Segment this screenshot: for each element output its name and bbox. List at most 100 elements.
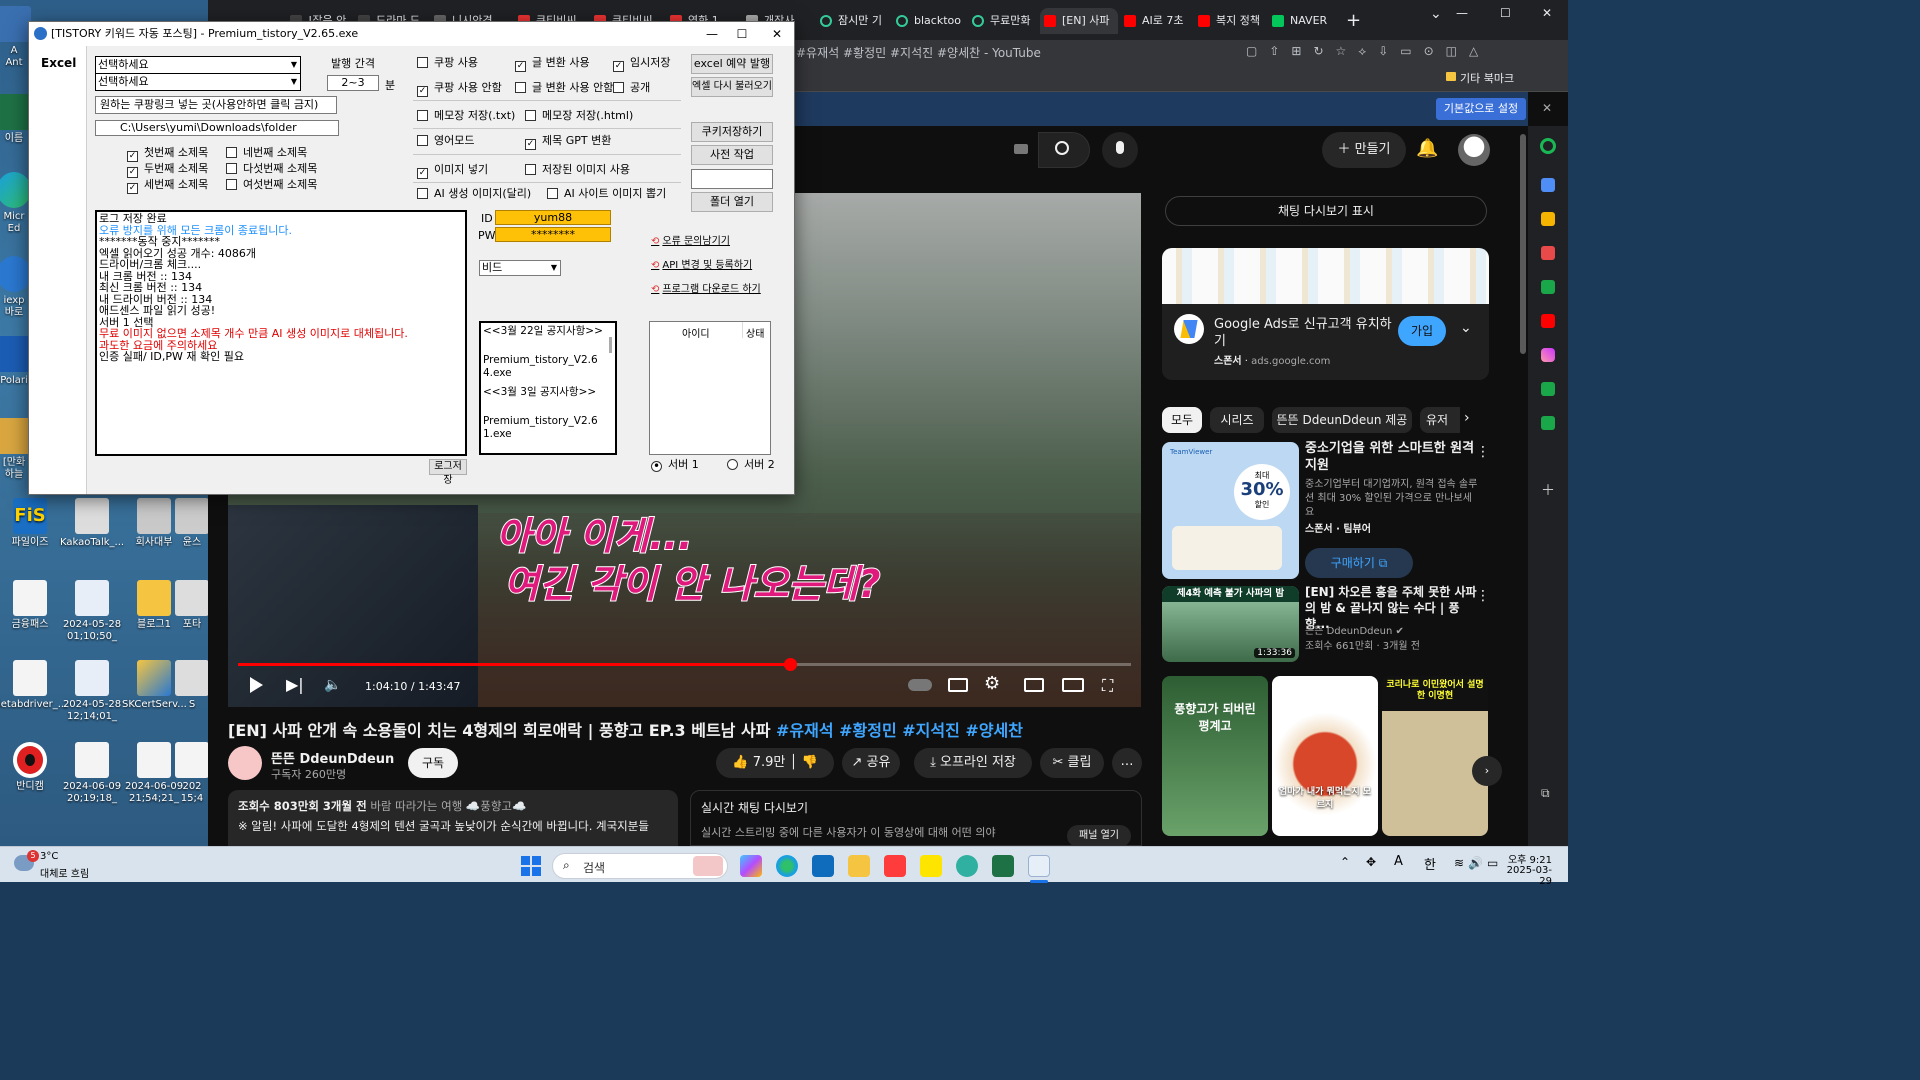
close-window-button[interactable]: ✕ xyxy=(1542,6,1552,20)
download-button[interactable]: ⤓ 오프라인 저장 xyxy=(914,748,1032,778)
ime-indicator[interactable]: A xyxy=(1394,854,1403,869)
tray-pin-icon[interactable]: ✥ xyxy=(1366,855,1376,869)
checkbox[interactable] xyxy=(417,188,428,199)
app-icon-bird[interactable] xyxy=(956,855,978,877)
tab-9[interactable]: blacktoo xyxy=(892,8,966,34)
copilot-icon[interactable] xyxy=(740,855,762,877)
desktop-icon-screenshot-2[interactable]: 2024-05-28 12;14;01_ xyxy=(60,660,124,723)
dislike-icon[interactable]: 👎 xyxy=(801,755,817,770)
scrollbar[interactable] xyxy=(1518,126,1528,846)
short-2[interactable]: 엄마가 내가 뭐먹는지 모르지 xyxy=(1272,676,1378,836)
tab-active-youtube[interactable]: [EN] 사파 xyxy=(1040,8,1118,34)
subtitle-check-6[interactable]: 여섯번째 소제목 xyxy=(226,178,317,192)
captions-icon[interactable] xyxy=(948,678,968,692)
option-text-convert-off[interactable]: 글 변환 사용 안함 xyxy=(515,81,613,95)
short-1[interactable]: 풍향고가 되버린 평계고 xyxy=(1162,676,1268,836)
search-button[interactable] xyxy=(1038,132,1090,168)
more-actions-button[interactable]: … xyxy=(1112,748,1142,778)
coupang-link-input[interactable]: 원하는 쿠팡링크 넣는 곳(사용안하면 클릭 금지) xyxy=(95,96,337,114)
excel-tab[interactable]: Excel xyxy=(29,46,87,494)
rec-thumb-episode4[interactable]: 제4화 예측 불가 사파의 밤 1:33:36 xyxy=(1162,586,1299,662)
option-title-gpt[interactable]: ✓ 제목 GPT 변환 xyxy=(525,134,611,150)
ad-card[interactable]: Google Ads로 신규고객 유치하기 스폰서 · ads.google.c… xyxy=(1162,248,1489,380)
volume-icon[interactable]: 🔈 xyxy=(324,677,341,693)
autoplay-toggle[interactable] xyxy=(908,679,932,691)
ad-signup-button[interactable]: 가입 xyxy=(1398,316,1446,346)
tab-13[interactable]: 복지 정책 xyxy=(1194,8,1268,34)
id-input[interactable]: yum88 xyxy=(495,210,611,225)
sidebar-expand-icon[interactable]: ⧉ xyxy=(1541,786,1550,801)
link-report-error[interactable]: ⟲ 오류 문의남기기 xyxy=(651,232,730,247)
chip-channel[interactable]: 뜬뜬 DdeunDdeun 제공 xyxy=(1272,407,1412,433)
checkbox[interactable] xyxy=(525,110,536,121)
excel-icon[interactable] xyxy=(992,855,1014,877)
log-save-button[interactable]: 로그저장 xyxy=(429,459,467,486)
checkbox[interactable] xyxy=(226,163,237,174)
checkbox[interactable]: ✓ xyxy=(417,168,428,179)
language-indicator[interactable]: 한 xyxy=(1424,854,1436,873)
clock-time[interactable]: 오후 9:21 xyxy=(1506,851,1552,866)
desktop-icon-finpass[interactable]: 금융패스 xyxy=(0,580,62,631)
folder-path-input[interactable]: C:\Users\yumi\Downloads\folder xyxy=(95,120,339,136)
option-ai-site-image[interactable]: AI 사이트 이미지 뽑기 xyxy=(547,187,666,201)
category-select-2[interactable]: 선택하세요 ▼ xyxy=(95,73,301,91)
more-vert-icon[interactable]: ⋮ xyxy=(1476,588,1490,604)
minimize-button[interactable]: — xyxy=(1456,6,1468,20)
option-ai-dalle[interactable]: AI 생성 이미지(달리) xyxy=(417,187,531,201)
excel-reserve-button[interactable]: excel 예약 발행 xyxy=(691,54,773,74)
app-close-button[interactable]: ✕ xyxy=(760,22,794,46)
option-public[interactable]: 공개 xyxy=(613,81,650,95)
rec-channel-episode4[interactable]: 뜬뜬 DdeunDdeun ✔ xyxy=(1305,622,1404,637)
desktop-icon-ietabdriver[interactable]: ietabdriver_... xyxy=(0,660,67,711)
pw-input[interactable]: ******** xyxy=(495,227,611,242)
next-icon[interactable]: ▶| xyxy=(286,677,304,693)
checkbox[interactable] xyxy=(417,135,428,146)
desktop-icon-screenshot-3[interactable]: 2024-06-09 20;19;18_ xyxy=(60,742,124,805)
tab-10[interactable]: 무료만화 xyxy=(968,8,1040,34)
desktop-icon-s[interactable]: S xyxy=(172,660,212,711)
option-memo-html[interactable]: 메모장 저장(.html) xyxy=(525,109,633,123)
theater-mode-icon[interactable] xyxy=(1062,678,1084,692)
folder-open-button[interactable]: 폴더 열기 xyxy=(691,192,773,212)
description-box[interactable]: 조회수 803만회 3개월 전 바람 따라가는 여행 ☁️풍향고☁️ ※ 알림!… xyxy=(228,790,678,846)
sidebar-icon-4[interactable] xyxy=(1541,280,1555,294)
model-select[interactable]: 비드 ▼ xyxy=(479,260,561,276)
checkbox[interactable]: ✓ xyxy=(127,151,138,162)
option-text-convert[interactable]: ✓ 글 변환 사용 xyxy=(515,56,590,72)
notice-scrollbar[interactable] xyxy=(609,337,612,353)
tab-12[interactable]: AI로 7초 xyxy=(1120,8,1194,34)
subscribe-button[interactable]: 구독 xyxy=(408,748,458,778)
subtitle-check-3[interactable]: ✓ 세번째 소제목 xyxy=(127,178,208,194)
new-tab-button[interactable]: + xyxy=(1346,10,1361,31)
sidebar-youtube-icon[interactable] xyxy=(1541,314,1555,328)
subtitle-check-5[interactable]: 다섯번째 소제목 xyxy=(226,162,317,176)
checkbox[interactable]: ✓ xyxy=(417,86,428,97)
tray-overflow-chevron-icon[interactable]: ⌃ xyxy=(1340,855,1350,869)
sidebar-add-icon[interactable]: ＋ xyxy=(1541,480,1555,500)
checkbox[interactable] xyxy=(417,110,428,121)
start-windows-icon[interactable] xyxy=(521,856,541,876)
checkbox[interactable]: ✓ xyxy=(127,167,138,178)
create-button[interactable]: ＋ 만들기 xyxy=(1322,132,1406,168)
chip-series[interactable]: 시리즈 xyxy=(1210,407,1264,433)
cookie-save-button[interactable]: 쿠키저장하기 xyxy=(691,122,773,142)
open-panel-button[interactable]: 패널 열기 xyxy=(1067,825,1131,845)
checkbox[interactable] xyxy=(226,179,237,190)
weather-desc[interactable]: 대체로 흐림 xyxy=(40,865,89,880)
checkbox[interactable] xyxy=(226,147,237,158)
checkbox[interactable] xyxy=(613,82,624,93)
progress-scrubber[interactable] xyxy=(784,658,797,671)
sidebar-icon-1[interactable] xyxy=(1541,178,1555,192)
app-minimize-button[interactable]: — xyxy=(695,22,729,46)
option-coupang-use[interactable]: 쿠팡 사용 xyxy=(417,56,478,70)
voice-search-button[interactable] xyxy=(1102,132,1138,168)
show-chat-replay-button[interactable]: 채팅 다시보기 표시 xyxy=(1165,196,1487,226)
desktop-icon-screenshot-1[interactable]: 2024-05-28 01;10;50_ xyxy=(60,580,124,643)
channel-name[interactable]: 뜬뜬 DdeunDdeun xyxy=(271,748,394,767)
option-insert-image[interactable]: ✓ 이미지 넣기 xyxy=(417,163,488,179)
checkbox[interactable]: ✓ xyxy=(127,183,138,194)
checkbox[interactable] xyxy=(547,188,558,199)
file-explorer-icon[interactable] xyxy=(848,855,870,877)
subtitle-check-4[interactable]: 네번째 소제목 xyxy=(226,146,307,160)
edge-icon[interactable] xyxy=(776,855,798,877)
